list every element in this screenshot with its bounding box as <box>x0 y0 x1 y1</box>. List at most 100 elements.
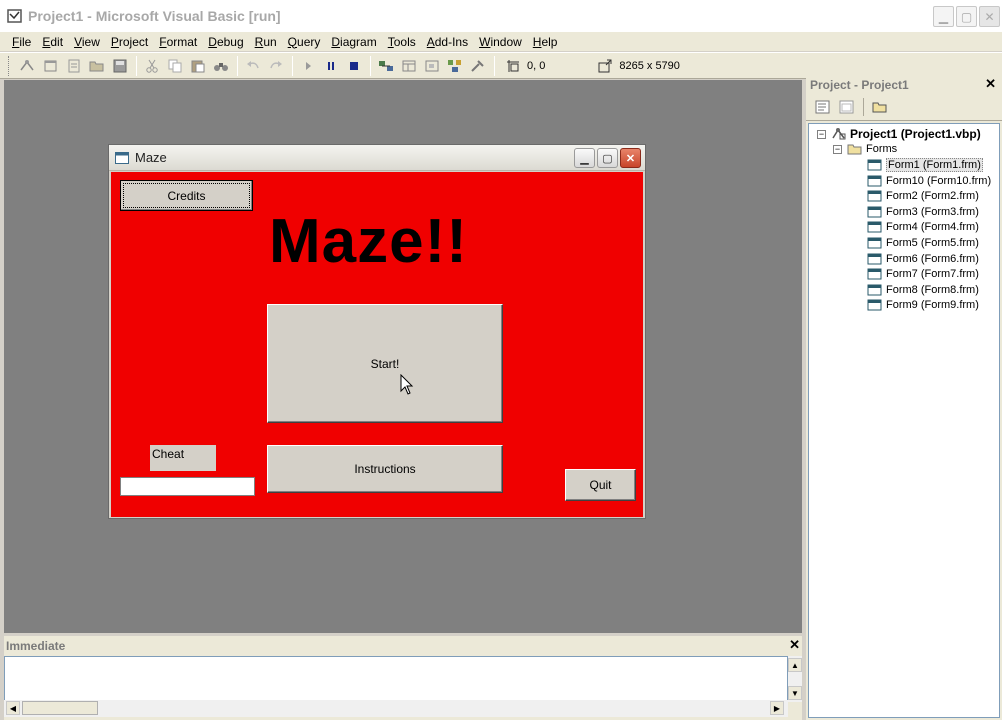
toggle-folders-button[interactable] <box>869 97 891 117</box>
tree-form-item[interactable]: Form4 (Form4.frm) <box>867 220 979 234</box>
view-code-button[interactable] <box>812 97 834 117</box>
object-browser-button[interactable] <box>444 55 466 77</box>
form-item-label: Form8 (Form8.frm) <box>886 284 979 296</box>
menu-format[interactable]: Format <box>156 35 200 49</box>
redo-button[interactable] <box>265 55 287 77</box>
maze-close-button[interactable]: ✕ <box>620 148 641 168</box>
tree-form-item[interactable]: Form2 (Form2.frm) <box>867 189 979 203</box>
collapse-icon[interactable]: − <box>833 144 842 154</box>
maze-minimize-button[interactable]: ▁ <box>574 148 595 168</box>
quit-button[interactable]: Quit <box>565 469 636 501</box>
size-readout: 8265 x 5790 <box>597 58 680 74</box>
tree-root[interactable]: − Project1 (Project1.vbp) <box>817 127 981 141</box>
properties-icon <box>402 60 416 71</box>
add-project-button[interactable] <box>17 55 39 77</box>
menu-run[interactable]: Run <box>252 35 280 49</box>
tree-form-item[interactable]: Form10 (Form10.frm) <box>867 174 991 188</box>
view-code-icon <box>815 100 830 113</box>
end-button[interactable] <box>343 55 365 77</box>
undo-button[interactable] <box>242 55 264 77</box>
break-button[interactable] <box>320 55 342 77</box>
close-button[interactable]: ✕ <box>979 6 1000 27</box>
tree-form-item[interactable]: Form5 (Form5.frm) <box>867 236 979 250</box>
project-explorer-header[interactable]: Project - Project1 ✕ <box>806 76 1002 93</box>
form-item-label: Form2 (Form2.frm) <box>886 190 979 202</box>
toolbox-button[interactable] <box>467 55 489 77</box>
tree-forms-folder[interactable]: − Forms <box>833 142 897 156</box>
maximize-icon: ▢ <box>602 152 613 165</box>
add-form-icon <box>44 60 57 71</box>
maximize-button[interactable]: ▢ <box>956 6 977 27</box>
immediate-title: Immediate <box>6 638 66 653</box>
maze-form-body: Credits Maze!! Start! Cheat Instructions… <box>111 172 643 517</box>
menu-add-ins[interactable]: Add-Ins <box>424 35 471 49</box>
project-explorer-close-icon[interactable]: ✕ <box>985 76 996 92</box>
paste-icon <box>191 60 205 72</box>
ide-title-bar[interactable]: Project1 - Microsoft Visual Basic [run] … <box>0 0 1002 32</box>
cut-button[interactable] <box>141 55 163 77</box>
menu-bar: File Edit View Project Format Debug Run … <box>0 32 1002 51</box>
view-object-button[interactable] <box>836 97 858 117</box>
immediate-input[interactable] <box>4 656 788 702</box>
project-explorer-button[interactable] <box>375 55 397 77</box>
scroll-left-icon[interactable]: ◀ <box>6 701 20 715</box>
form-layout-button[interactable] <box>421 55 443 77</box>
form-icon <box>115 151 129 164</box>
menu-debug[interactable]: Debug <box>205 35 246 49</box>
copy-button[interactable] <box>164 55 186 77</box>
save-project-button[interactable] <box>109 55 131 77</box>
open-project-button[interactable] <box>86 55 108 77</box>
menu-help[interactable]: Help <box>530 35 561 49</box>
instructions-label: Instructions <box>354 462 416 476</box>
save-icon <box>113 59 127 72</box>
folder-icon <box>872 102 887 112</box>
tree-form-item[interactable]: Form9 (Form9.frm) <box>867 298 979 312</box>
start-button[interactable] <box>297 55 319 77</box>
maze-maximize-button[interactable]: ▢ <box>597 148 618 168</box>
tree-form-item[interactable]: Form6 (Form6.frm) <box>867 252 979 266</box>
menu-query[interactable]: Query <box>285 35 324 49</box>
immediate-horizontal-scrollbar[interactable]: ◀ ▶ <box>4 700 788 717</box>
maze-title-bar[interactable]: Maze ▁ ▢ ✕ <box>109 145 645 171</box>
immediate-header[interactable]: Immediate ✕ <box>4 636 802 655</box>
menu-diagram[interactable]: Diagram <box>328 35 379 49</box>
immediate-vertical-scrollbar[interactable]: ▲ ▼ <box>788 656 802 702</box>
menu-file[interactable]: File <box>9 35 34 49</box>
form-item-label: Form10 (Form10.frm) <box>886 175 992 187</box>
tree-form-item[interactable]: Form1 (Form1.frm) <box>867 158 983 172</box>
start-game-button[interactable]: Start! <box>267 304 503 423</box>
copy-icon <box>168 59 182 72</box>
project-explorer-toolbar <box>806 93 1002 121</box>
form-item-label: Form3 (Form3.frm) <box>886 206 979 218</box>
toolbar-grip[interactable] <box>8 55 11 76</box>
project-root-label: Project1 (Project1.vbp) <box>850 127 981 141</box>
menu-editor-button[interactable] <box>63 55 85 77</box>
instructions-button[interactable]: Instructions <box>267 445 503 493</box>
menu-window[interactable]: Window <box>476 35 525 49</box>
menu-view[interactable]: View <box>71 35 103 49</box>
form-icon <box>867 221 882 233</box>
undo-icon <box>247 60 259 68</box>
minimize-button[interactable]: ▁ <box>933 6 954 27</box>
properties-window-button[interactable] <box>398 55 420 77</box>
scroll-thumb[interactable] <box>22 701 98 715</box>
vb-app-icon <box>7 9 22 23</box>
tree-form-item[interactable]: Form7 (Form7.frm) <box>867 267 979 281</box>
cheat-input[interactable] <box>120 477 255 496</box>
menu-editor-icon <box>68 59 80 72</box>
scroll-right-icon[interactable]: ▶ <box>770 701 784 715</box>
collapse-icon[interactable]: − <box>817 129 826 139</box>
menu-project[interactable]: Project <box>108 35 151 49</box>
menu-tools[interactable]: Tools <box>385 35 419 49</box>
immediate-close-icon[interactable]: ✕ <box>789 637 800 653</box>
tree-form-item[interactable]: Form8 (Form8.frm) <box>867 283 979 297</box>
credits-button[interactable]: Credits <box>120 180 253 211</box>
tree-form-item[interactable]: Form3 (Form3.frm) <box>867 205 979 219</box>
paste-button[interactable] <box>187 55 209 77</box>
menu-edit[interactable]: Edit <box>39 35 66 49</box>
find-button[interactable] <box>210 55 232 77</box>
form-item-label: Form5 (Form5.frm) <box>886 237 979 249</box>
add-form-button[interactable] <box>40 55 62 77</box>
scroll-down-icon[interactable]: ▼ <box>788 686 802 700</box>
scroll-up-icon[interactable]: ▲ <box>788 658 802 672</box>
